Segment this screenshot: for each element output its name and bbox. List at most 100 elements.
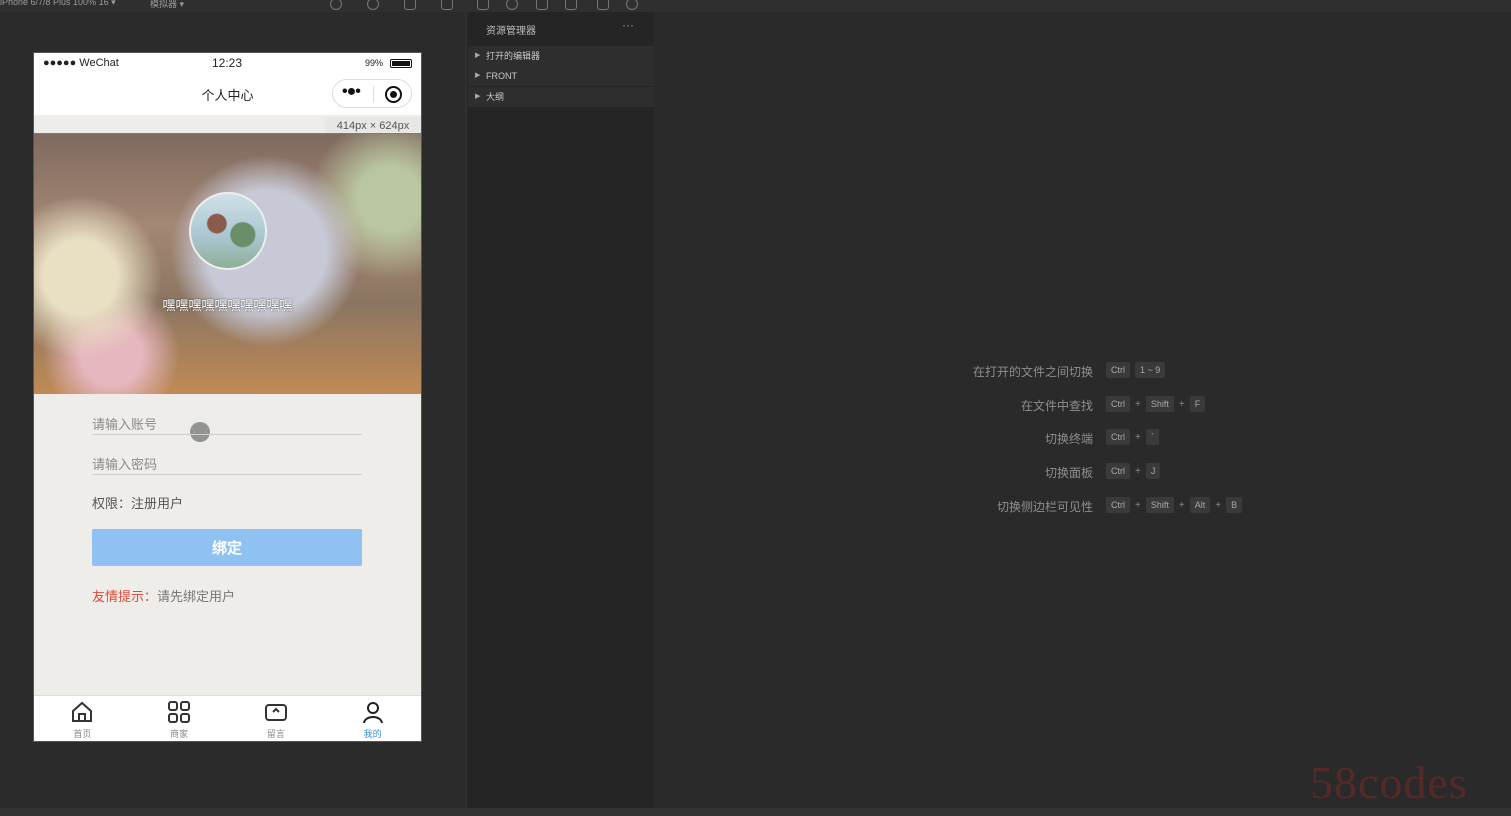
plus-sign: + bbox=[1135, 465, 1141, 477]
copy-icon[interactable] bbox=[441, 0, 453, 10]
stop-icon[interactable] bbox=[367, 0, 379, 10]
plus-sign: + bbox=[1178, 398, 1185, 410]
battery-icon bbox=[390, 59, 412, 68]
message-icon bbox=[264, 704, 287, 721]
chevron-right-icon: ▶ bbox=[475, 93, 481, 100]
account-input[interactable] bbox=[92, 413, 362, 435]
close-target-icon[interactable] bbox=[385, 86, 402, 103]
key-cap: Ctrl bbox=[1106, 429, 1130, 445]
clock-text: 12:23 bbox=[212, 56, 243, 70]
account-field bbox=[92, 413, 362, 435]
password-field bbox=[92, 453, 362, 475]
more-options-icon[interactable]: ··· bbox=[622, 18, 634, 32]
key-cap: Ctrl bbox=[1106, 463, 1130, 479]
key-cap: F bbox=[1189, 396, 1206, 412]
explorer-item-label: 打开的编辑器 bbox=[486, 51, 541, 61]
shortcut-description: 在打开的文件之间切换 bbox=[972, 365, 1093, 379]
phone-simulator: ●●●●● WeChat 12:23 99% 个人中心 •●• 414px × … bbox=[34, 53, 421, 741]
panel-icon[interactable] bbox=[597, 0, 609, 10]
explorer-panel: 资源管理器 ··· ▶ 打开的编辑器 ▶ FRONT ▶ 大纲 bbox=[468, 12, 654, 808]
capsule-divider bbox=[373, 86, 374, 102]
avatar[interactable] bbox=[189, 192, 267, 270]
nickname-text: 嘿嘿嘿嘿嘿嘿嘿嘿嘿嘿 bbox=[162, 298, 293, 313]
key-cap: B bbox=[1226, 497, 1243, 513]
branch-icon[interactable] bbox=[536, 0, 548, 10]
plus-sign: + bbox=[1135, 431, 1141, 443]
plus-sign: + bbox=[1215, 499, 1222, 511]
shortcut-row: 在打开的文件之间切换 Ctrl 1 ~ 9 bbox=[655, 362, 1511, 380]
more-dots-icon[interactable]: •●• bbox=[342, 83, 361, 101]
shortcut-row: 切换终端 Ctrl + ` bbox=[655, 429, 1511, 447]
key-cap: Shift bbox=[1145, 497, 1174, 513]
tip-label: 友情提示： bbox=[92, 589, 158, 604]
password-input[interactable] bbox=[92, 453, 362, 475]
plus-sign: + bbox=[1178, 499, 1185, 511]
chevron-right-icon: ▶ bbox=[475, 72, 481, 79]
tab-bar: 首页 商家 留言 我的 bbox=[34, 695, 421, 741]
tab-label: 留言 bbox=[266, 729, 285, 739]
top-toolbar: iPhone 6/7/8 Plus 100% 16 ▾ 模拟器 ▾ bbox=[0, 0, 1511, 12]
user-icon bbox=[362, 702, 383, 724]
tab-home[interactable]: 首页 bbox=[34, 696, 131, 741]
simulator-mode-selector[interactable]: 模拟器 ▾ bbox=[150, 0, 184, 10]
cloud-icon[interactable] bbox=[626, 0, 638, 10]
grid-icon[interactable] bbox=[565, 0, 577, 10]
key-cap: J bbox=[1145, 463, 1161, 479]
shortcut-description: 在文件中查找 bbox=[1020, 399, 1093, 413]
key-cap: Ctrl bbox=[1106, 497, 1130, 513]
carrier-text: ●●●●● WeChat bbox=[43, 57, 119, 69]
nav-bar: 个人中心 •●• bbox=[34, 75, 421, 115]
shortcut-description: 切换侧边栏可见性 bbox=[996, 500, 1093, 514]
shortcut-description: 切换面板 bbox=[1044, 466, 1093, 480]
tip-text: 友情提示：请先绑定用户 bbox=[92, 586, 362, 605]
explorer-item-label: FRONT bbox=[486, 71, 517, 81]
explorer-item-front[interactable]: ▶ FRONT bbox=[468, 66, 654, 86]
explorer-item-outline[interactable]: ▶ 大纲 bbox=[468, 87, 654, 107]
tip-message: 请先绑定用户 bbox=[157, 589, 236, 604]
tab-mine[interactable]: 我的 bbox=[324, 696, 421, 741]
key-cap: Ctrl bbox=[1106, 396, 1130, 412]
shortcut-row: 切换侧边栏可见性 Ctrl + Shift + Alt + B bbox=[655, 497, 1511, 515]
miniprogram-capsule: •●• bbox=[332, 79, 412, 108]
plus-sign: + bbox=[1135, 398, 1141, 410]
simulator-panel: ●●●●● WeChat 12:23 99% 个人中心 •●• 414px × … bbox=[0, 12, 466, 808]
key-cap: Alt bbox=[1189, 497, 1211, 513]
shortcut-keys: Ctrl 1 ~ 9 bbox=[1106, 362, 1166, 378]
shortcut-keys: Ctrl + J bbox=[1106, 463, 1161, 479]
grid-icon bbox=[168, 701, 191, 723]
phone-icon[interactable] bbox=[404, 0, 416, 10]
chevron-right-icon: ▶ bbox=[475, 52, 481, 59]
battery-text: 99% bbox=[365, 58, 384, 68]
shortcut-row: 在文件中查找 Ctrl + Shift + F bbox=[655, 396, 1511, 414]
status-bar: ●●●●● WeChat 12:23 99% bbox=[34, 53, 421, 75]
tab-label: 商家 bbox=[170, 729, 189, 739]
bind-button[interactable]: 绑定 bbox=[92, 529, 362, 566]
explorer-title: 资源管理器 bbox=[486, 26, 536, 37]
shortcut-keys: Ctrl + Shift + F bbox=[1106, 396, 1206, 412]
key-cap: Shift bbox=[1145, 396, 1174, 412]
shortcut-description: 切换终端 bbox=[1044, 432, 1093, 446]
shortcut-keys: Ctrl + Shift + Alt + B bbox=[1106, 497, 1243, 513]
tab-message[interactable]: 留言 bbox=[228, 696, 325, 741]
bind-form: 权限：注册用户 绑定 友情提示：请先绑定用户 bbox=[92, 413, 362, 605]
tab-merchant[interactable]: 商家 bbox=[131, 696, 228, 741]
profile-banner: 嘿嘿嘿嘿嘿嘿嘿嘿嘿嘿 bbox=[34, 133, 421, 394]
explorer-item-label: 大纲 bbox=[486, 92, 505, 102]
key-cap: 1 ~ 9 bbox=[1135, 362, 1166, 378]
device-selector[interactable]: iPhone 6/7/8 Plus 100% 16 ▾ bbox=[0, 0, 116, 8]
refresh-icon[interactable] bbox=[330, 0, 342, 10]
key-cap: ` bbox=[1145, 429, 1159, 445]
key-cap: Ctrl bbox=[1106, 362, 1130, 378]
watermark: 58codes bbox=[1310, 757, 1468, 808]
tab-label: 首页 bbox=[73, 729, 92, 739]
status-bar-bottom bbox=[0, 808, 1511, 816]
tab-label: 我的 bbox=[363, 729, 382, 739]
files-icon[interactable] bbox=[477, 0, 489, 10]
shortcut-keys: Ctrl + ` bbox=[1106, 429, 1159, 445]
explorer-item-open-editors[interactable]: ▶ 打开的编辑器 bbox=[468, 46, 654, 66]
search-icon[interactable] bbox=[506, 0, 518, 10]
home-icon bbox=[72, 701, 93, 722]
permission-text: 权限：注册用户 bbox=[92, 496, 184, 511]
shortcut-row: 切换面板 Ctrl + J bbox=[655, 463, 1511, 481]
editor-welcome: 在打开的文件之间切换 Ctrl 1 ~ 9 在文件中查找 Ctrl + Shift… bbox=[655, 12, 1511, 808]
